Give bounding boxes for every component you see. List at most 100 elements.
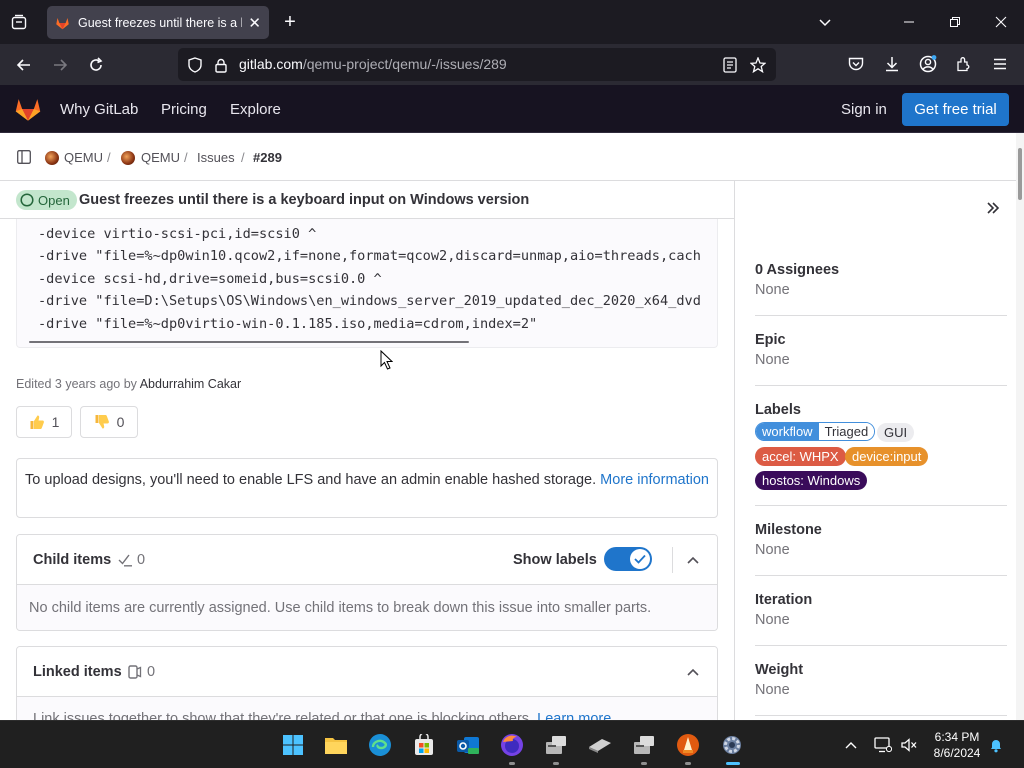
issue-sidebar: 0 Assignees None Epic None Labels workfl… xyxy=(734,181,1016,720)
labels-title: Labels xyxy=(755,402,801,418)
assignees-section: 0 Assignees None xyxy=(755,233,1007,316)
label-workflow-triaged[interactable]: workflow Triaged xyxy=(755,422,876,441)
collapse-chevron-up-icon[interactable] xyxy=(686,665,700,679)
linked-items-header: Linked items 0 xyxy=(17,647,717,697)
extensions-icon[interactable] xyxy=(953,53,975,75)
sidebar-toggle-icon[interactable] xyxy=(17,150,31,164)
reload-icon[interactable] xyxy=(84,53,108,77)
back-icon[interactable] xyxy=(12,53,36,77)
child-items-card: Child items 0 Show labels No child items… xyxy=(16,534,718,631)
forward-icon[interactable] xyxy=(48,53,72,77)
reader-view-icon[interactable] xyxy=(721,56,739,74)
breadcrumb-issues[interactable]: Issues xyxy=(197,150,235,165)
network-display-icon[interactable] xyxy=(873,736,893,754)
drive-tool-icon[interactable] xyxy=(586,731,614,759)
nav-explore[interactable]: Explore xyxy=(230,101,281,118)
browser-tab-bar: Guest freezes until there is a keyboard … xyxy=(0,0,1024,44)
page-scrollbar-track[interactable] xyxy=(1016,133,1024,720)
toggle-knob xyxy=(630,549,650,569)
qemu-app-icon[interactable] xyxy=(542,731,570,759)
lock-icon[interactable] xyxy=(212,56,230,74)
pocket-icon[interactable] xyxy=(845,53,867,75)
breadcrumb-group[interactable]: QEMU xyxy=(64,150,103,165)
windows-start-icon[interactable] xyxy=(279,731,307,759)
breadcrumb-issue[interactable]: #289 xyxy=(253,150,282,165)
firefox-icon[interactable] xyxy=(498,731,526,759)
edited-note: Edited 3 years ago by Abdurrahim Cakar xyxy=(16,377,241,391)
linked-items-card: Linked items 0 Link issues together to s… xyxy=(16,646,718,726)
running-indicator xyxy=(509,762,515,765)
child-items-title: Child items xyxy=(33,552,112,568)
show-hidden-icons-chevron-icon[interactable] xyxy=(842,736,860,754)
child-items-empty-text: No child items are currently assigned. U… xyxy=(29,600,652,616)
label-hostos-windows[interactable]: hostos: Windows xyxy=(755,471,868,490)
thumbs-up-button[interactable]: 1 xyxy=(16,406,72,438)
shield-icon[interactable] xyxy=(186,56,204,74)
microsoft-store-icon[interactable] xyxy=(410,731,438,759)
code-line: -device scsi-hd,drive=someid,bus=scsi0.0… xyxy=(38,271,382,287)
qemu-app-2-icon[interactable] xyxy=(630,731,658,759)
collapse-chevron-up-icon[interactable] xyxy=(686,553,700,567)
more-information-link[interactable]: More information xyxy=(600,472,709,488)
mouse-cursor-icon xyxy=(380,350,393,370)
minimize-icon[interactable] xyxy=(898,11,920,33)
child-items-body: No child items are currently assigned. U… xyxy=(17,585,717,630)
volume-muted-icon[interactable] xyxy=(899,736,919,754)
label-gui[interactable]: GUI xyxy=(877,423,915,442)
system-clock[interactable]: 6:34 PM 8/6/2024 xyxy=(926,729,988,761)
close-window-icon[interactable] xyxy=(990,11,1012,33)
clock-time: 6:34 PM xyxy=(934,730,980,744)
weight-title: Weight xyxy=(755,662,804,678)
account-icon[interactable] xyxy=(917,53,939,75)
tab-overview-icon[interactable] xyxy=(8,11,30,33)
file-explorer-icon[interactable] xyxy=(322,731,350,759)
epic-title: Epic xyxy=(755,332,786,348)
get-free-trial-button[interactable]: Get free trial xyxy=(902,93,1009,126)
tab-list-chevron-icon[interactable] xyxy=(814,11,836,33)
thumbs-down-count: 0 xyxy=(116,414,125,430)
collapse-sidebar-icon[interactable] xyxy=(986,201,1000,215)
settings-gear-icon[interactable] xyxy=(718,731,746,759)
notification-bell-icon[interactable] xyxy=(987,736,1005,754)
address-bar[interactable]: gitlab.com/qemu-project/qemu/-/issues/28… xyxy=(178,48,776,81)
sign-in-link[interactable]: Sign in xyxy=(841,101,887,118)
label-device-input[interactable]: device:input xyxy=(845,447,929,466)
downloads-icon[interactable] xyxy=(881,53,903,75)
milestone-section: Milestone None xyxy=(755,506,1007,576)
assignees-title: 0 Assignees xyxy=(755,262,840,278)
bookmark-star-icon[interactable] xyxy=(749,56,767,74)
gitlab-logo-icon[interactable] xyxy=(14,96,42,122)
running-indicator xyxy=(553,762,559,765)
gitlab-favicon-icon xyxy=(55,16,70,30)
code-horizontal-scrollbar[interactable] xyxy=(29,341,469,343)
thumbs-down-button[interactable]: 0 xyxy=(80,406,138,438)
breadcrumb-project[interactable]: QEMU xyxy=(141,150,180,165)
browser-tab-active[interactable]: Guest freezes until there is a keyboard … xyxy=(47,6,269,39)
edited-author[interactable]: Abdurrahim Cakar xyxy=(140,377,241,391)
show-labels-toggle[interactable] xyxy=(604,547,652,571)
link-icon xyxy=(128,665,142,679)
gitlab-top-nav: Why GitLab Pricing Explore Sign in Get f… xyxy=(0,85,1024,133)
running-indicator xyxy=(685,762,691,765)
show-labels-label: Show labels xyxy=(513,552,597,568)
restore-icon[interactable] xyxy=(944,11,966,33)
milestone-value: None xyxy=(755,542,790,558)
new-tab-icon[interactable]: + xyxy=(279,11,301,33)
outlook-new-icon[interactable] xyxy=(454,731,482,759)
sticky-issue-header: Open Guest freezes until there is a keyb… xyxy=(0,181,734,219)
url-text[interactable]: gitlab.com/qemu-project/qemu/-/issues/28… xyxy=(239,56,507,72)
page-scrollbar-thumb[interactable] xyxy=(1018,148,1022,200)
close-tab-icon[interactable]: ✕ xyxy=(248,14,261,32)
nav-pricing[interactable]: Pricing xyxy=(161,101,207,118)
thumbs-up-icon xyxy=(29,414,45,430)
vlc-icon[interactable] xyxy=(674,731,702,759)
edited-prefix: Edited 3 years ago by xyxy=(16,377,137,391)
thumbs-up-count: 1 xyxy=(51,414,60,430)
child-items-header: Child items 0 Show labels xyxy=(17,535,717,585)
nav-why-gitlab[interactable]: Why GitLab xyxy=(60,101,138,118)
edge-browser-icon[interactable] xyxy=(366,731,394,759)
label-accel-whpx[interactable]: accel: WHPX xyxy=(755,447,846,466)
menu-hamburger-icon[interactable] xyxy=(989,53,1011,75)
issue-title: Guest freezes until there is a keyboard … xyxy=(79,192,530,208)
code-line: -drive "file=%~dp0win10.qcow2,if=none,fo… xyxy=(38,248,701,264)
